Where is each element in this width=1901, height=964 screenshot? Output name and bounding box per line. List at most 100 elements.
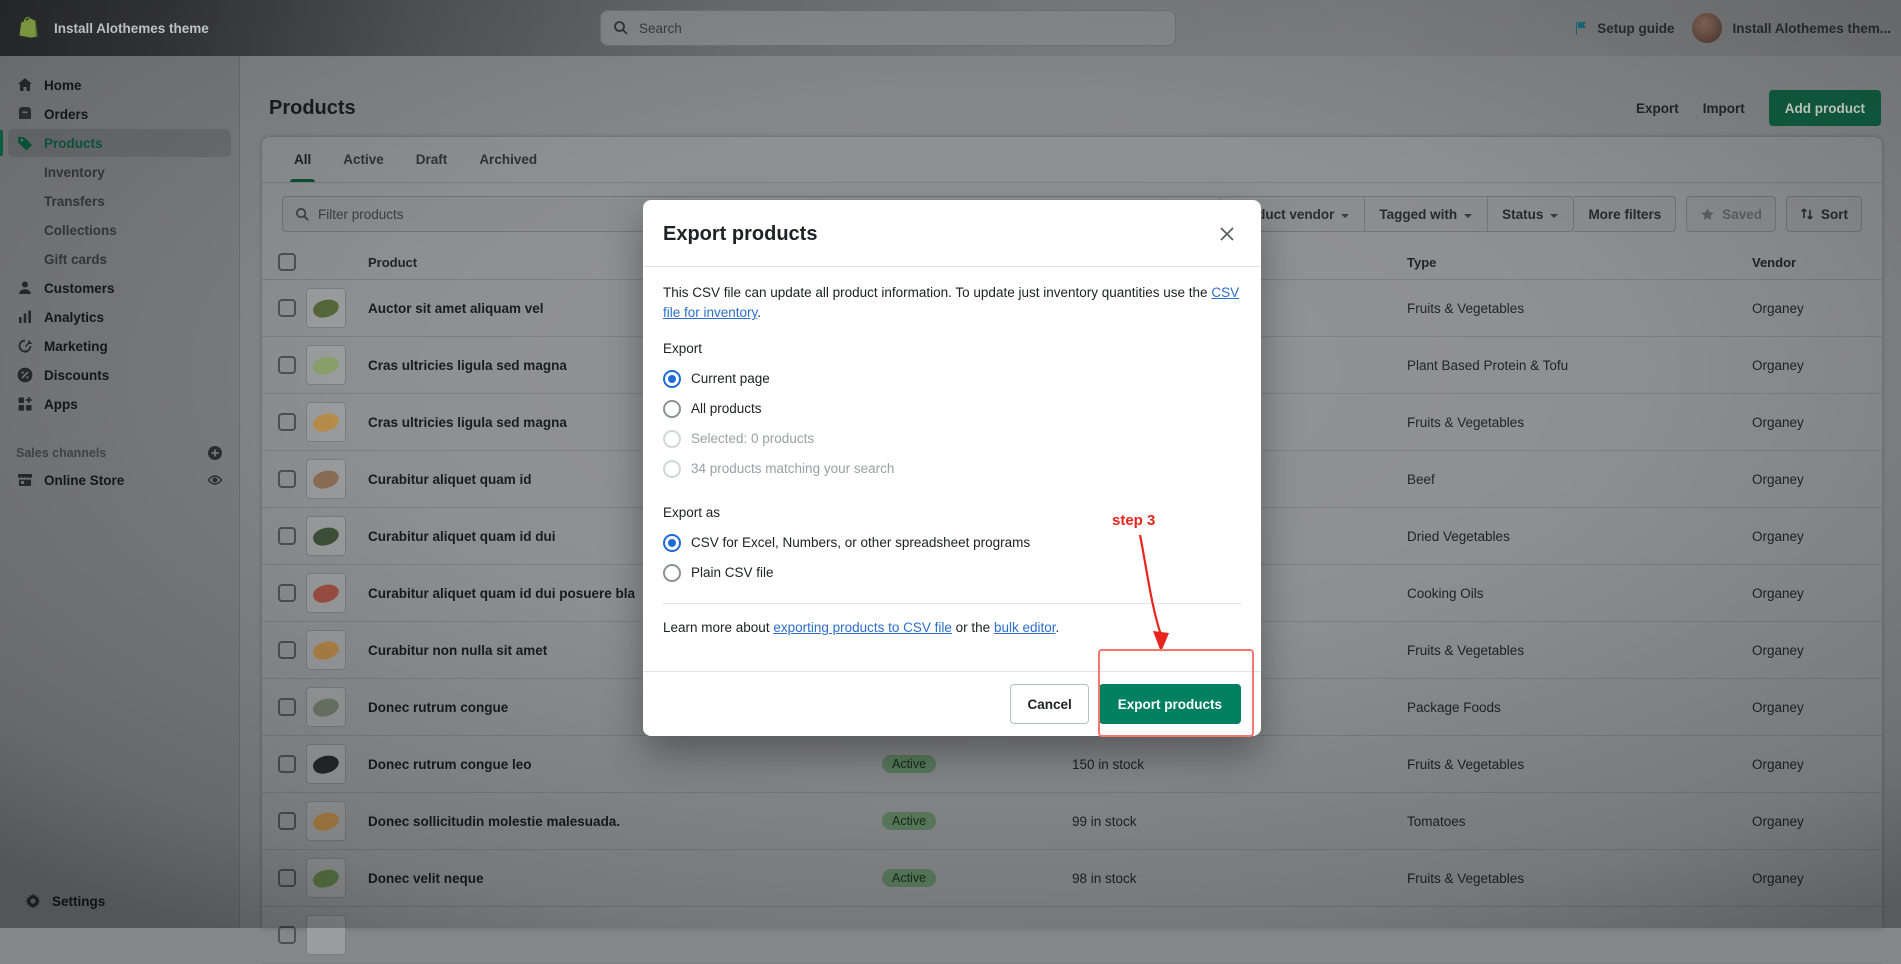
search-icon xyxy=(613,20,629,36)
product-thumbnail xyxy=(306,402,346,442)
tab-archived[interactable]: Archived xyxy=(463,137,553,182)
import-button[interactable]: Import xyxy=(1703,101,1745,116)
star-icon xyxy=(1700,207,1715,222)
row-checkbox[interactable] xyxy=(278,413,296,431)
status-badge: Active xyxy=(882,812,936,830)
sidebar-item-products[interactable]: Products xyxy=(8,129,231,157)
sidebar-item-analytics[interactable]: Analytics xyxy=(8,303,231,331)
product-thumbnail xyxy=(306,459,346,499)
sidebar-item-inventory[interactable]: Inventory xyxy=(8,158,231,186)
close-icon[interactable] xyxy=(1213,220,1241,248)
product-name[interactable]: Donec sollicitudin molestie malesuada. xyxy=(368,814,882,829)
radio-export-3: 34 products matching your search xyxy=(663,459,1241,479)
inventory-cell: 99 in stock xyxy=(1072,814,1407,829)
row-checkbox[interactable] xyxy=(278,356,296,374)
sidebar-item-transfers[interactable]: Transfers xyxy=(8,187,231,215)
type-cell: Fruits & Vegetables xyxy=(1407,757,1752,772)
row-checkbox[interactable] xyxy=(278,641,296,659)
sidebar-item-collections[interactable]: Collections xyxy=(8,216,231,244)
sidebar-item-apps[interactable]: Apps xyxy=(8,390,231,418)
filter-status[interactable]: Status xyxy=(1488,196,1574,232)
vendor-cell: Organey xyxy=(1752,814,1882,829)
settings-label: Settings xyxy=(52,894,105,909)
page-title: Products xyxy=(269,97,356,120)
product-name[interactable]: Donec rutrum congue leo xyxy=(368,757,882,772)
row-checkbox[interactable] xyxy=(278,869,296,887)
type-cell: Fruits & Vegetables xyxy=(1407,871,1752,886)
exporting-products-link[interactable]: exporting products to CSV file xyxy=(773,620,952,635)
row-checkbox[interactable] xyxy=(278,584,296,602)
product-name[interactable]: Donec velit neque xyxy=(368,871,882,886)
sidebar-item-discounts[interactable]: Discounts xyxy=(8,361,231,389)
product-thumbnail xyxy=(306,915,346,955)
tab-active[interactable]: Active xyxy=(327,137,400,182)
cancel-button[interactable]: Cancel xyxy=(1010,684,1088,724)
radio-button[interactable] xyxy=(663,534,681,552)
eye-icon[interactable] xyxy=(207,472,223,488)
type-cell: Fruits & Vegetables xyxy=(1407,301,1752,316)
product-thumbnail xyxy=(306,858,346,898)
table-row[interactable] xyxy=(262,907,1882,964)
sidebar-item-gift-cards[interactable]: Gift cards xyxy=(8,245,231,273)
sidebar-item-marketing[interactable]: Marketing xyxy=(8,332,231,360)
product-thumbnail xyxy=(306,801,346,841)
sidebar-item-home[interactable]: Home xyxy=(8,71,231,99)
radio-export-2: Selected: 0 products xyxy=(663,429,1241,449)
col-type: Type xyxy=(1407,255,1752,270)
type-cell: Cooking Oils xyxy=(1407,586,1752,601)
vendor-cell: Organey xyxy=(1752,529,1882,544)
modal-intro: This CSV file can update all product inf… xyxy=(663,283,1241,323)
radio-export-as-1[interactable]: Plain CSV file xyxy=(663,563,1241,583)
more-filters-button[interactable]: More filters xyxy=(1574,196,1676,232)
sidebar-item-customers[interactable]: Customers xyxy=(8,274,231,302)
vendor-cell: Organey xyxy=(1752,586,1882,601)
radio-button[interactable] xyxy=(663,564,681,582)
product-image xyxy=(311,752,341,776)
filter-tagged-with[interactable]: Tagged with xyxy=(1365,196,1488,232)
radio-export-0[interactable]: Current page xyxy=(663,369,1241,389)
product-image xyxy=(311,524,341,548)
chevron-down-icon xyxy=(1549,209,1559,219)
status-badge: Active xyxy=(882,755,936,773)
chevron-down-icon xyxy=(1340,209,1350,219)
radio-button xyxy=(663,430,681,448)
radio-button[interactable] xyxy=(663,370,681,388)
row-checkbox[interactable] xyxy=(278,755,296,773)
tab-all[interactable]: All xyxy=(278,137,327,182)
add-channel-icon[interactable] xyxy=(207,445,223,461)
row-checkbox[interactable] xyxy=(278,698,296,716)
row-checkbox[interactable] xyxy=(278,527,296,545)
sidebar-item-orders[interactable]: Orders xyxy=(8,100,231,128)
vendor-cell: Organey xyxy=(1752,871,1882,886)
table-row[interactable]: Donec sollicitudin molestie malesuada.Ac… xyxy=(262,793,1882,850)
export-button[interactable]: Export xyxy=(1636,101,1679,116)
sort-button[interactable]: Sort xyxy=(1786,196,1862,232)
table-row[interactable]: Donec velit nequeActive98 in stockFruits… xyxy=(262,850,1882,907)
product-image xyxy=(311,410,341,434)
topbar: Install Alothemes theme Search Setup gui… xyxy=(0,0,1901,56)
product-image xyxy=(311,809,341,833)
sidebar-item-label: Transfers xyxy=(44,194,105,209)
bulk-editor-link[interactable]: bulk editor xyxy=(994,620,1056,635)
row-checkbox[interactable] xyxy=(278,926,296,944)
radio-export-1[interactable]: All products xyxy=(663,399,1241,419)
table-row[interactable]: Donec rutrum congue leoActive150 in stoc… xyxy=(262,736,1882,793)
radio-button[interactable] xyxy=(663,400,681,418)
home-icon xyxy=(16,76,34,94)
radio-export-as-0[interactable]: CSV for Excel, Numbers, or other spreads… xyxy=(663,533,1241,553)
add-product-button[interactable]: Add product xyxy=(1769,90,1881,126)
account-menu[interactable]: Install Alothemes them... xyxy=(1692,13,1891,43)
tab-draft[interactable]: Draft xyxy=(400,137,464,182)
sidebar-item-online-store[interactable]: Online Store xyxy=(8,466,231,494)
row-checkbox[interactable] xyxy=(278,470,296,488)
saved-button[interactable]: Saved xyxy=(1686,196,1776,232)
row-checkbox[interactable] xyxy=(278,812,296,830)
setup-guide-button[interactable]: Setup guide xyxy=(1573,20,1674,36)
select-all-checkbox[interactable] xyxy=(278,253,296,271)
analytics-icon xyxy=(16,308,34,326)
row-checkbox[interactable] xyxy=(278,299,296,317)
export-products-button[interactable]: Export products xyxy=(1099,684,1241,724)
search-input[interactable]: Search xyxy=(600,10,1176,46)
sidebar-item-settings[interactable]: Settings xyxy=(16,887,223,915)
sidebar-item-label: Inventory xyxy=(44,165,105,180)
